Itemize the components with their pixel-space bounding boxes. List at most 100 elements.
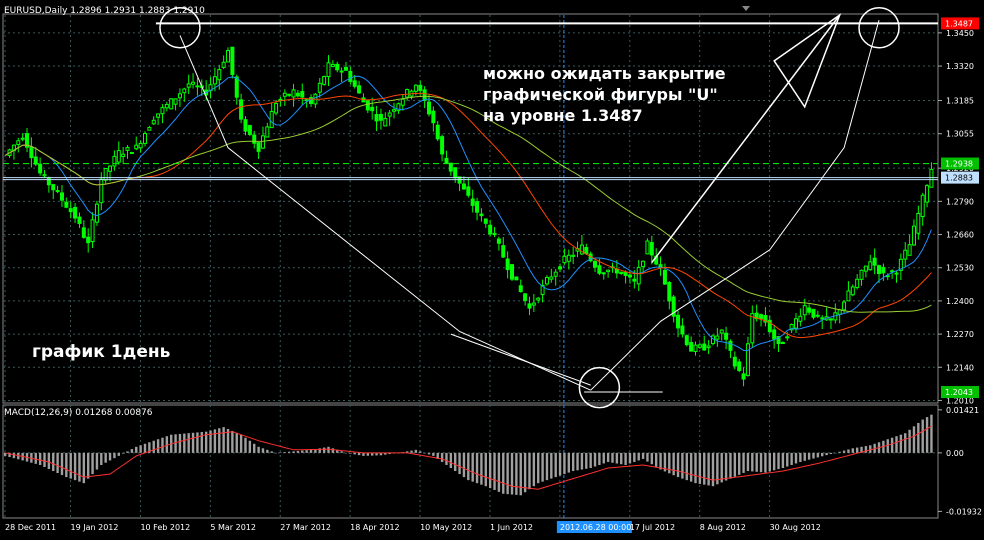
- candle-body: [448, 162, 453, 172]
- macd-histogram-bar: [532, 452, 536, 487]
- macd-histogram-bar: [777, 452, 780, 470]
- macd-histogram-bar: [196, 432, 199, 453]
- crosshair-time-label: 2012.06.28 00:00: [560, 523, 631, 532]
- candle-body: [278, 98, 283, 101]
- macd-histogram-bar: [91, 452, 94, 475]
- candle-body: [649, 242, 654, 256]
- macd-histogram-bar: [458, 452, 461, 475]
- macd-histogram-bar: [283, 452, 287, 453]
- candle-body: [182, 88, 187, 94]
- macd-histogram-bar: [917, 422, 920, 453]
- macd-histogram-bar: [270, 451, 273, 453]
- macd-histogram-bar: [738, 452, 741, 475]
- macd-histogram-bar: [606, 452, 610, 462]
- time-tick-label: 28 Dec 2011: [5, 523, 56, 532]
- candle-body: [151, 119, 156, 125]
- candle-body: [339, 70, 344, 73]
- macd-histogram-bar: [253, 443, 256, 453]
- time-tick-label: 18 Apr 2012: [350, 523, 399, 532]
- candle-body: [606, 269, 611, 273]
- candle-body: [435, 124, 440, 140]
- candle-body: [558, 266, 563, 270]
- macd-histogram-bar: [235, 432, 238, 453]
- macd-histogram-bar: [624, 452, 627, 465]
- macd-histogram-bar: [73, 452, 77, 481]
- macd-histogram-bar: [930, 414, 933, 453]
- macd-histogram-bar: [95, 452, 99, 470]
- annotation-line: графической фигуры "U": [483, 85, 718, 104]
- candle-body: [186, 83, 191, 88]
- macd-histogram-bar: [344, 452, 348, 454]
- macd-histogram-bar: [755, 452, 758, 472]
- macd-histogram-bar: [654, 452, 658, 467]
- candle-body: [173, 98, 178, 105]
- candle-body: [759, 314, 764, 319]
- candle-body: [571, 254, 576, 257]
- macd-histogram-bar: [799, 452, 802, 462]
- candle-body: [544, 276, 549, 285]
- candle-body: [33, 156, 38, 165]
- candle-body: [680, 325, 685, 335]
- macd-histogram-bar: [628, 452, 632, 464]
- macd-histogram-bar: [908, 429, 911, 453]
- macd-histogram-bar: [807, 452, 811, 460]
- macd-histogram-bar: [646, 452, 649, 462]
- macd-histogram-bar: [847, 449, 850, 453]
- macd-histogram-bar: [287, 451, 291, 453]
- candle-body: [636, 266, 641, 285]
- macd-histogram-bar: [523, 452, 527, 493]
- candle-body: [881, 266, 886, 274]
- candle-body: [531, 302, 536, 306]
- ma-fast-line: [4, 75, 932, 352]
- candle-body: [510, 264, 515, 280]
- macd-histogram-bar: [301, 450, 304, 453]
- time-tick-label: 5 Mar 2012: [210, 523, 256, 532]
- macd-histogram-bar: [178, 433, 182, 453]
- candle-body: [282, 92, 287, 97]
- candle-body: [627, 274, 632, 278]
- macd-histogram-bar: [34, 452, 37, 464]
- candle-body: [807, 307, 812, 313]
- candle-body: [745, 343, 750, 376]
- candle-body: [667, 282, 672, 302]
- macd-histogram-bar: [703, 452, 706, 485]
- candle-body: [378, 113, 383, 121]
- macd-histogram-bar: [113, 452, 116, 459]
- candle-body: [81, 227, 86, 238]
- price-level-label: 1.3487: [945, 19, 973, 28]
- macd-histogram-bar: [515, 452, 518, 495]
- macd-histogram-bar: [711, 452, 715, 487]
- candle-body: [536, 297, 541, 301]
- candle-body: [641, 260, 646, 268]
- macd-histogram-bar: [43, 452, 46, 468]
- candle-body: [505, 258, 510, 271]
- macd-histogram-bar: [161, 437, 164, 453]
- candle-body: [287, 93, 292, 96]
- price-tick-label: 1.2140: [946, 363, 974, 372]
- candle-body: [330, 64, 335, 67]
- macd-histogram-bar: [593, 452, 597, 467]
- macd-histogram-bar: [322, 447, 326, 453]
- annotation-line: можно ожидать закрытие: [483, 64, 726, 83]
- macd-histogram-bar: [414, 449, 418, 453]
- macd-histogram-bar: [410, 450, 413, 453]
- macd-histogram-bar: [794, 452, 798, 464]
- candle-body: [295, 92, 300, 97]
- candle-body: [911, 225, 916, 246]
- macd-histogram-bar: [502, 452, 505, 494]
- candle-body: [750, 313, 755, 344]
- macd-histogram-bar: [126, 451, 129, 453]
- candle-body: [501, 245, 506, 258]
- candle-body: [597, 265, 602, 274]
- macd-histogram-bar: [86, 452, 90, 479]
- macd-histogram-bar: [519, 452, 522, 496]
- candle-body: [925, 185, 930, 203]
- macd-histogram-bar: [764, 452, 767, 473]
- macd-histogram-bar: [449, 452, 453, 469]
- candle-body: [16, 140, 21, 145]
- candle-body: [842, 301, 847, 311]
- macd-histogram-bar: [440, 452, 444, 462]
- macd-histogram-bar: [698, 452, 702, 484]
- price-level-label: 1.2883: [945, 174, 973, 183]
- macd-histogram-bar: [423, 452, 426, 454]
